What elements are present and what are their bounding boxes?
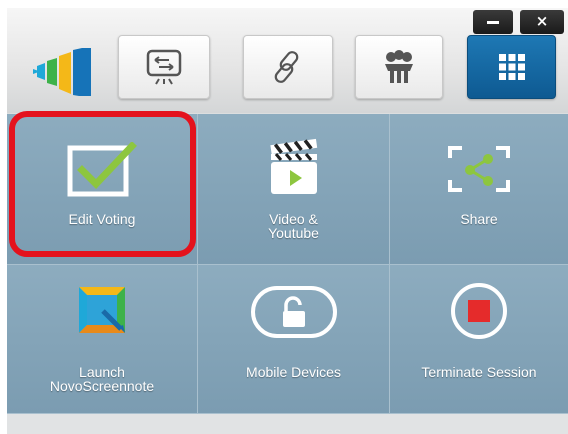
highlight-box: [9, 111, 196, 257]
tile-video-youtube[interactable]: Video & Youtube: [198, 114, 390, 265]
video-clapper-icon: [269, 138, 317, 194]
stop-icon: [451, 283, 507, 339]
screennote-icon: [79, 287, 125, 333]
minimize-button[interactable]: [473, 10, 513, 34]
screen-projection-icon: [146, 49, 182, 85]
share-icon: [448, 146, 510, 192]
close-button[interactable]: ×: [520, 10, 564, 34]
tile-share[interactable]: Share: [390, 114, 568, 265]
tile-terminate-session[interactable]: Terminate Session: [390, 265, 568, 414]
apps-grid-icon: [498, 54, 525, 80]
unlock-icon: [250, 286, 337, 338]
bottom-strip: [7, 414, 568, 434]
group-icon: [385, 50, 413, 83]
tile-label: Terminate Session: [421, 364, 537, 380]
toolbar: ×: [7, 8, 568, 113]
group-button[interactable]: [355, 35, 443, 99]
novo-logo-icon: [33, 48, 91, 96]
apps-grid-button[interactable]: [467, 35, 556, 99]
close-icon: ×: [535, 12, 549, 30]
tile-label: Video & Youtube: [268, 211, 319, 241]
tile-label: Mobile Devices: [246, 364, 341, 380]
link-button[interactable]: [243, 35, 333, 99]
tile-launch-novoscreennote[interactable]: Launch NovoScreennote: [7, 265, 198, 414]
link-icon: [274, 51, 299, 83]
screen-projection-button[interactable]: [118, 35, 210, 99]
tile-label: Launch NovoScreennote: [49, 364, 155, 394]
tile-label: Share: [460, 211, 498, 227]
tile-mobile-devices[interactable]: Mobile Devices: [198, 265, 390, 414]
